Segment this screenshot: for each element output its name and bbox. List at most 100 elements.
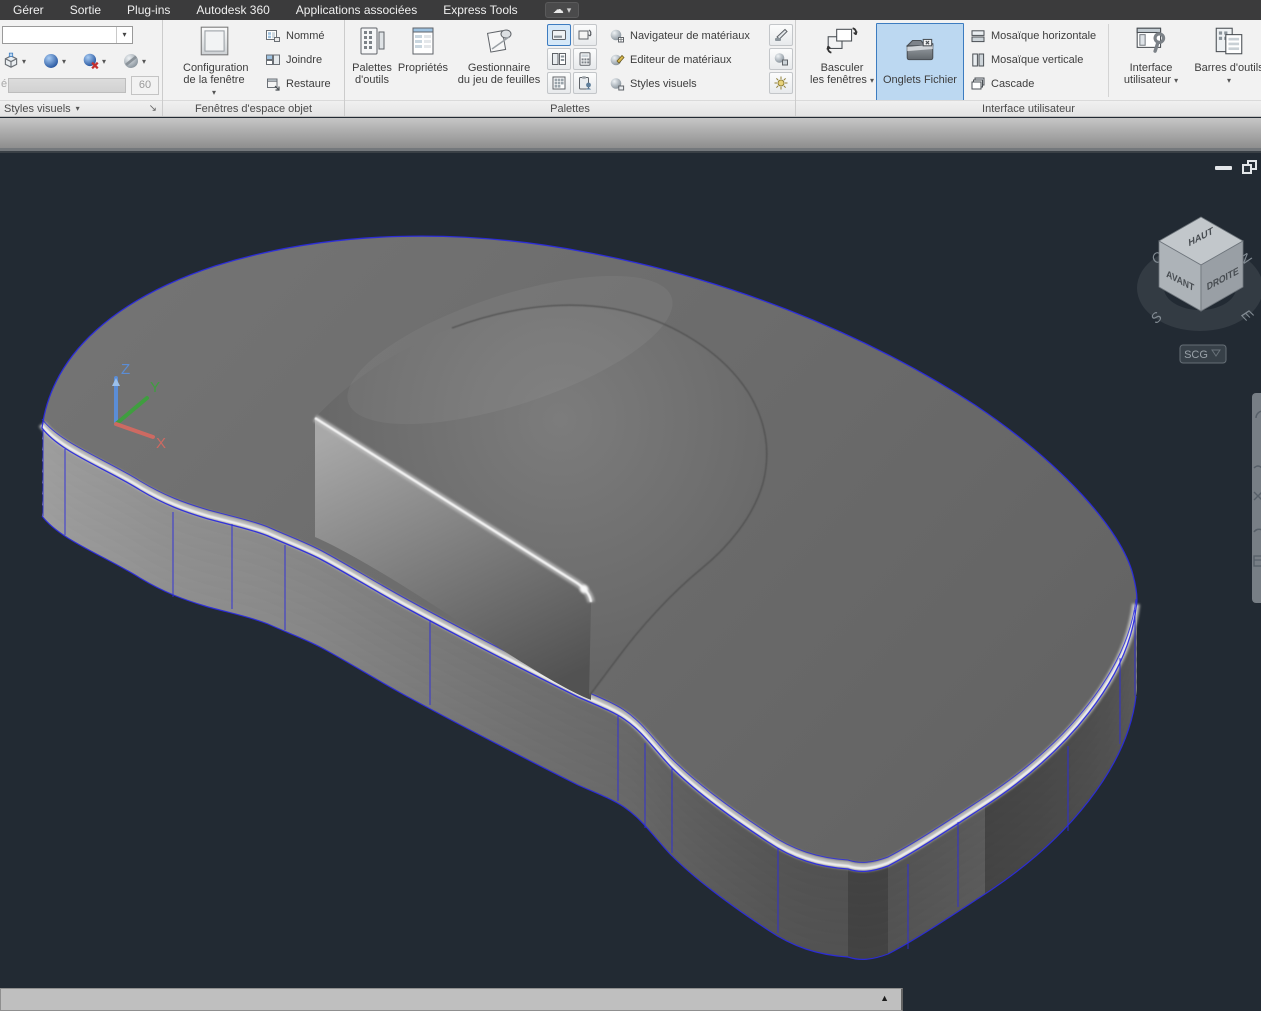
- sheet-set-manager-button[interactable]: Gestionnaire du jeu de feuilles: [451, 23, 547, 86]
- menu-gerer[interactable]: Gérer: [0, 0, 57, 20]
- item-label: Cascade: [991, 78, 1034, 90]
- button-label: Onglets Fichier: [877, 74, 963, 86]
- tile-vertically-button[interactable]: Mosaïque verticale: [970, 50, 1083, 70]
- external-references-button[interactable]: [547, 72, 571, 94]
- cascade-button[interactable]: Cascade: [970, 74, 1034, 94]
- designcenter-button[interactable]: [547, 48, 571, 70]
- opacity-row: é 60: [0, 76, 163, 96]
- panel-label-text: Styles visuels: [4, 101, 71, 117]
- material-browser-button[interactable]: Navigateur de matériaux: [609, 26, 750, 46]
- restore-button[interactable]: [1242, 160, 1257, 174]
- button-label: Interface: [1118, 62, 1184, 74]
- visual-style-combo[interactable]: ▾: [2, 26, 133, 44]
- clipboard-person-icon: [577, 75, 593, 91]
- opacity-slider[interactable]: [8, 78, 126, 93]
- sun-properties-button[interactable]: [769, 72, 793, 94]
- item-label: Nommé: [286, 30, 325, 42]
- tile-horizontally-button[interactable]: Mosaïque horizontale: [970, 26, 1096, 46]
- materials-palette-button[interactable]: [769, 48, 793, 70]
- visual-styles-palette-button[interactable]: Styles visuels: [609, 74, 697, 94]
- chevron-down-icon: ▾: [1174, 76, 1178, 85]
- user-interface-button[interactable]: Interface utilisateur ▾: [1118, 23, 1184, 87]
- chevron-down-icon[interactable]: ▾: [116, 27, 132, 43]
- navigation-bar[interactable]: [1252, 393, 1261, 603]
- clean-screen-button[interactable]: [573, 24, 597, 46]
- menu-sortie[interactable]: Sortie: [57, 0, 114, 20]
- viewport-canvas[interactable]: Z Y X O N S E HAUT AVANT DROITE SCG: [0, 152, 1261, 1011]
- button-label: utilisateur: [1124, 74, 1171, 86]
- ucs-y-label: Y: [150, 379, 160, 396]
- visual-style-hidden-button[interactable]: ▾: [122, 50, 146, 72]
- button-label: Palettes: [349, 62, 395, 74]
- application-frame-band: [0, 118, 1261, 148]
- designcenter-icon: [551, 51, 567, 67]
- blue-sphere-icon: [42, 52, 60, 70]
- chevron-down-icon: ▾: [1227, 76, 1231, 85]
- calculator-icon: [577, 51, 593, 67]
- viewport-configuration-button[interactable]: Configuration de la fenêtre ▾: [183, 23, 245, 99]
- panel-fenetres-espace-objet: Configuration de la fenêtre ▾ Nommé Join…: [163, 20, 345, 117]
- sphere-list-icon: [609, 76, 625, 92]
- command-line-icon: [551, 27, 567, 43]
- restore-viewport-button[interactable]: Restaure: [265, 74, 331, 94]
- menu-applications-associees[interactable]: Applications associées: [283, 0, 430, 20]
- item-label: Mosaïque verticale: [991, 54, 1083, 66]
- ribbon: ▾ ▾ ▾ ▾ ▾ é 60 Styles visuels ▾ ↘ Config…: [0, 20, 1261, 117]
- panel-label-fenetres[interactable]: Fenêtres d'espace objet: [163, 100, 344, 117]
- chevron-down-icon: ▾: [62, 57, 66, 66]
- ui-wrench-icon: [1134, 24, 1168, 58]
- markup-manager-button[interactable]: [573, 72, 597, 94]
- viewport-config-icon: [197, 24, 231, 58]
- chevron-down-icon: ▾: [102, 57, 106, 66]
- restore-viewport-icon: [265, 76, 281, 92]
- toolbars-button[interactable]: Barres d'outils ▾: [1190, 23, 1261, 87]
- switch-windows-icon: [825, 24, 859, 58]
- scg-button[interactable]: SCG: [1180, 345, 1226, 363]
- panel-launcher-icon[interactable]: ↘: [149, 101, 157, 117]
- button-label: Configuration: [183, 62, 245, 74]
- command-line-bar[interactable]: ▲: [0, 988, 903, 1011]
- window-arrow-icon: [577, 27, 593, 43]
- expand-grip-icon[interactable]: ▲: [880, 993, 889, 1003]
- panel-label-palettes[interactable]: Palettes: [345, 100, 795, 117]
- named-viewport-icon: [265, 28, 281, 44]
- panel-interface-utilisateur: Basculer les fenêtres ▾ Onglets Fichier …: [796, 20, 1261, 117]
- join-viewports-button[interactable]: Joindre: [265, 50, 322, 70]
- menu-bar: Gérer Sortie Plug-ins Autodesk 360 Appli…: [0, 0, 1261, 20]
- panel-label-styles-visuels[interactable]: Styles visuels ▾ ↘: [0, 100, 162, 117]
- item-label: Joindre: [286, 54, 322, 66]
- switch-windows-button[interactable]: Basculer les fenêtres ▾: [810, 23, 874, 87]
- material-sphere-grid-icon: [609, 28, 625, 44]
- minimize-button[interactable]: [1215, 166, 1232, 170]
- autocad-window: Gérer Sortie Plug-ins Autodesk 360 Appli…: [0, 0, 1261, 1011]
- visual-style-shaded-button[interactable]: ▾: [42, 50, 66, 72]
- cloud-menu-button[interactable]: ☁ ▾: [545, 2, 580, 18]
- menu-plugins[interactable]: Plug-ins: [114, 0, 183, 20]
- chevron-down-icon: ▾: [142, 57, 146, 66]
- chevron-down-icon: ▾: [76, 101, 80, 117]
- chevron-down-icon: ▾: [212, 88, 216, 97]
- ucs-x-label: X: [156, 435, 166, 452]
- panel-label-interface-utilisateur[interactable]: Interface utilisateur: [796, 100, 1261, 117]
- file-tabs-button[interactable]: Onglets Fichier: [876, 23, 964, 101]
- panel-palettes: Palettes d'outils Propriétés Gestionnair…: [345, 20, 796, 117]
- material-pencil-icon: [609, 52, 625, 68]
- visual-style-faces-button[interactable]: ▾: [2, 50, 26, 72]
- scg-label: SCG: [1184, 349, 1208, 361]
- opacity-value[interactable]: 60: [131, 76, 159, 95]
- sun-icon: [773, 75, 789, 91]
- tile-horizontal-icon: [970, 28, 986, 44]
- material-editor-button[interactable]: Editeur de matériaux: [609, 50, 732, 70]
- visual-style-xray-button[interactable]: ▾: [82, 50, 106, 72]
- properties-button[interactable]: Propriétés: [397, 23, 449, 74]
- quickcalc-button[interactable]: [573, 48, 597, 70]
- menu-autodesk360[interactable]: Autodesk 360: [183, 0, 282, 20]
- viewcube[interactable]: O N S E HAUT AVANT DROITE: [1137, 217, 1261, 331]
- command-line-palette-button[interactable]: [547, 24, 571, 46]
- solid-model[interactable]: [42, 236, 1137, 959]
- button-label: Barres d'outils: [1190, 62, 1261, 74]
- named-viewports-button[interactable]: Nommé: [265, 26, 325, 46]
- menu-express-tools[interactable]: Express Tools: [430, 0, 530, 20]
- lights-palette-button[interactable]: [769, 24, 793, 46]
- tool-palettes-button[interactable]: Palettes d'outils: [349, 23, 395, 86]
